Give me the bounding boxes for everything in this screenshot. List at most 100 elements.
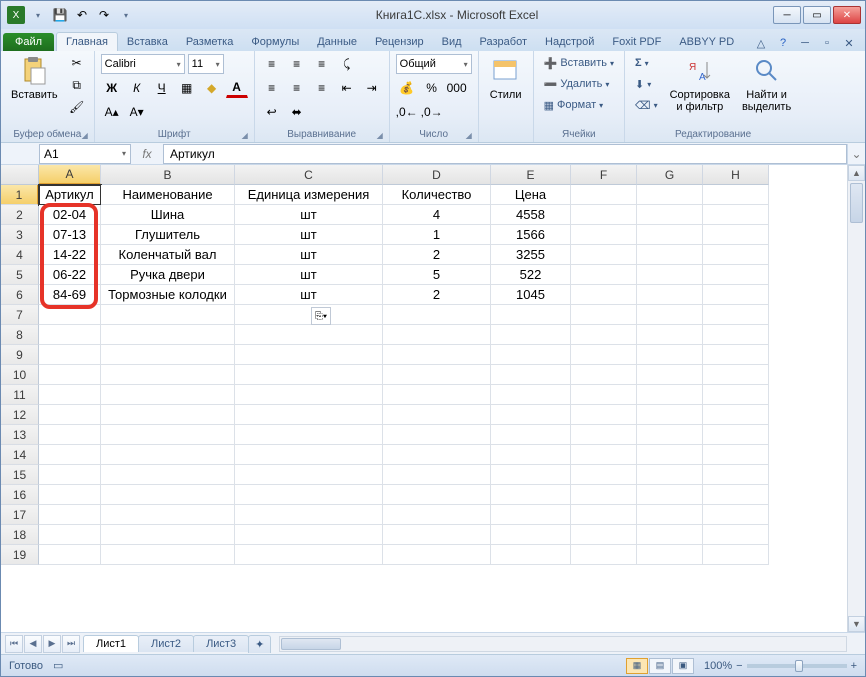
cell[interactable]	[235, 305, 383, 325]
orientation-icon[interactable]: ⤹	[336, 54, 358, 74]
name-box[interactable]: A1▾	[39, 144, 131, 164]
tab-данные[interactable]: Данные	[308, 33, 366, 51]
cell[interactable]: 06-22	[39, 265, 101, 285]
cell[interactable]: 1045	[491, 285, 571, 305]
cell[interactable]	[39, 365, 101, 385]
row-header[interactable]: 9	[1, 345, 39, 365]
row-header[interactable]: 11	[1, 385, 39, 405]
cell[interactable]	[637, 325, 703, 345]
delete-cells-button[interactable]: ➖Удалить▾	[540, 74, 618, 94]
row-header[interactable]: 4	[1, 245, 39, 265]
redo-icon[interactable]: ↷	[95, 6, 113, 24]
cell[interactable]	[703, 545, 769, 565]
cell[interactable]	[703, 445, 769, 465]
cell[interactable]	[703, 505, 769, 525]
copy-icon[interactable]: ⧉	[66, 75, 88, 95]
row-header[interactable]: 17	[1, 505, 39, 525]
minimize-button[interactable]: ─	[773, 6, 801, 24]
tab-file[interactable]: Файл	[3, 33, 54, 51]
cell[interactable]	[703, 285, 769, 305]
cell[interactable]	[703, 345, 769, 365]
cell[interactable]	[491, 425, 571, 445]
cell[interactable]	[703, 405, 769, 425]
fill-button[interactable]: ⬇▾	[631, 74, 662, 94]
cell[interactable]	[491, 465, 571, 485]
cell[interactable]	[101, 425, 235, 445]
bold-button[interactable]: Ж	[101, 78, 123, 98]
cell[interactable]	[637, 545, 703, 565]
cell[interactable]	[39, 305, 101, 325]
help-icon[interactable]: ?	[775, 35, 791, 51]
font-color-button[interactable]: А	[226, 78, 248, 98]
cell[interactable]	[571, 265, 637, 285]
cell[interactable]	[101, 525, 235, 545]
column-header[interactable]: G	[637, 165, 703, 185]
cell[interactable]	[637, 305, 703, 325]
font-name-combo[interactable]: Calibri▾	[101, 54, 185, 74]
cell[interactable]: Глушитель	[101, 225, 235, 245]
qat-more-icon[interactable]: ▾	[117, 6, 135, 24]
align-right-icon[interactable]: ≡	[311, 78, 333, 98]
tab-разметка[interactable]: Разметка	[177, 33, 243, 51]
row-header[interactable]: 6	[1, 285, 39, 305]
column-header[interactable]: B	[101, 165, 235, 185]
thousands-icon[interactable]: 000	[446, 78, 468, 98]
cell[interactable]	[637, 485, 703, 505]
launcher-icon[interactable]: ◢	[80, 131, 90, 141]
row-header[interactable]: 7	[1, 305, 39, 325]
cell[interactable]	[491, 405, 571, 425]
row-header[interactable]: 3	[1, 225, 39, 245]
cell[interactable]	[637, 405, 703, 425]
cell[interactable]	[39, 385, 101, 405]
sheet-tab[interactable]: Лист3	[193, 635, 249, 652]
column-header[interactable]: F	[571, 165, 637, 185]
cell[interactable]	[101, 445, 235, 465]
cell[interactable]	[383, 505, 491, 525]
zoom-level[interactable]: 100%	[704, 660, 732, 672]
insert-cells-button[interactable]: ➕Вставить▾	[540, 53, 618, 73]
cell[interactable]	[235, 505, 383, 525]
styles-button[interactable]: Стили	[485, 53, 527, 103]
cell[interactable]	[703, 265, 769, 285]
cell[interactable]	[39, 325, 101, 345]
undo-icon[interactable]: ↶	[73, 6, 91, 24]
cell[interactable]: 02-04	[39, 205, 101, 225]
minimize-ribbon-icon[interactable]: △	[753, 35, 769, 51]
cell[interactable]	[383, 325, 491, 345]
cell[interactable]	[637, 425, 703, 445]
cell[interactable]	[235, 365, 383, 385]
row-header[interactable]: 18	[1, 525, 39, 545]
cell[interactable]	[571, 325, 637, 345]
cell[interactable]	[491, 505, 571, 525]
cell[interactable]	[637, 245, 703, 265]
underline-button[interactable]: Ч	[151, 78, 173, 98]
win-close-icon[interactable]: ✕	[841, 35, 857, 51]
prev-sheet-icon[interactable]: ◀	[24, 635, 42, 653]
smart-tag-icon[interactable]: ⎘▾	[311, 307, 331, 325]
cell[interactable]	[39, 465, 101, 485]
cell[interactable]	[383, 425, 491, 445]
cell[interactable]: Ручка двери	[101, 265, 235, 285]
tab-разработ[interactable]: Разработ	[471, 33, 536, 51]
cell[interactable]	[383, 365, 491, 385]
cell[interactable]: Цена	[491, 185, 571, 205]
new-sheet-button[interactable]: ✦	[248, 635, 271, 653]
align-center-icon[interactable]: ≡	[286, 78, 308, 98]
tab-надстрой[interactable]: Надстрой	[536, 33, 603, 51]
cell[interactable]	[39, 445, 101, 465]
cell[interactable]	[235, 425, 383, 445]
save-icon[interactable]: 💾	[51, 6, 69, 24]
column-header[interactable]: D	[383, 165, 491, 185]
cell[interactable]	[101, 545, 235, 565]
column-header[interactable]: H	[703, 165, 769, 185]
cell[interactable]	[571, 305, 637, 325]
cell[interactable]: 522	[491, 265, 571, 285]
cell[interactable]: 1566	[491, 225, 571, 245]
indent-dec-icon[interactable]: ⇤	[336, 78, 358, 98]
scroll-thumb[interactable]	[281, 638, 341, 650]
cut-icon[interactable]: ✂	[66, 53, 88, 73]
column-header[interactable]: A	[39, 165, 101, 185]
find-select-button[interactable]: Найти и выделить	[738, 53, 795, 115]
row-header[interactable]: 16	[1, 485, 39, 505]
cell[interactable]	[703, 225, 769, 245]
